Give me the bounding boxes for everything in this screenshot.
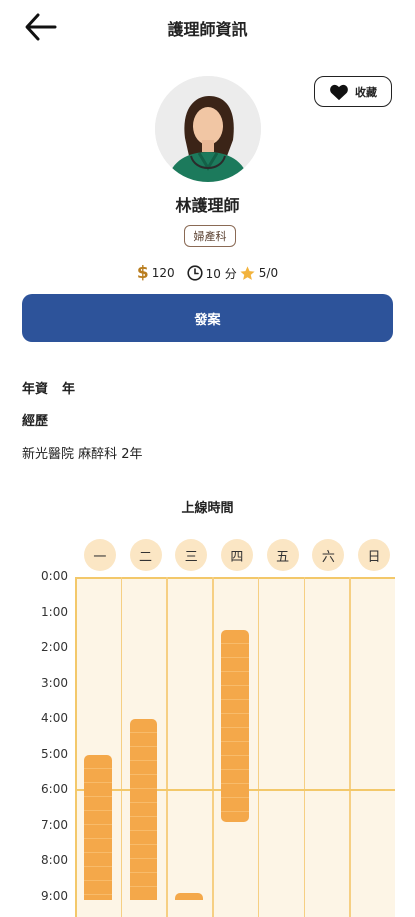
grid-column-divider	[212, 577, 214, 917]
hour-label: 3:00	[41, 675, 68, 690]
department-badge: 婦產科	[184, 225, 236, 247]
hour-label: 9:00	[41, 888, 68, 903]
online-time-block[interactable]	[175, 892, 204, 900]
schedule-title: 上線時間	[181, 501, 234, 516]
weekday-2[interactable]: 二	[129, 539, 162, 571]
heart-icon	[330, 84, 348, 100]
hour-label: 7:00	[41, 817, 68, 832]
dollar-icon: $	[136, 263, 149, 283]
weekday-5[interactable]: 五	[266, 539, 299, 571]
favorite-label: 收藏	[355, 85, 377, 99]
hour-label: 6:00	[41, 782, 68, 796]
weekday-1[interactable]: 一	[83, 539, 116, 571]
weekday-7[interactable]: 日	[358, 539, 391, 571]
page-title: 護理師資訊	[167, 20, 248, 39]
nurse-name: 林護理師	[175, 196, 240, 215]
duration-stat: 10 分	[187, 265, 237, 282]
experience-label: 年資	[22, 382, 49, 397]
weekday-4[interactable]: 四	[220, 539, 253, 571]
grid-column-divider	[166, 577, 168, 917]
star-icon	[240, 265, 255, 280]
online-time-block[interactable]	[84, 754, 112, 900]
hour-label: 0:00	[41, 569, 68, 583]
hour-label: 8:00	[41, 853, 68, 867]
experience-value: 年	[62, 382, 76, 397]
online-time-block[interactable]	[129, 719, 158, 900]
weekday-6[interactable]: 六	[312, 539, 345, 571]
favorite-button[interactable]: 收藏	[314, 76, 392, 107]
avatar	[155, 76, 261, 182]
rating-value: 5/0	[258, 266, 279, 280]
grid-column-divider	[257, 577, 260, 917]
hour-label: 4:00	[41, 711, 68, 725]
grid-column-divider	[120, 577, 123, 917]
online-time-block[interactable]	[221, 630, 249, 822]
post-job-button[interactable]: 發案	[22, 294, 393, 342]
grid-column-divider	[349, 577, 351, 917]
weekday-3[interactable]: 三	[175, 539, 208, 571]
duration-value: 10 分	[205, 266, 237, 281]
hour-label: 2:00	[41, 640, 68, 654]
rating-stat: 5/0	[239, 265, 278, 282]
stats-row: $ 120 10 分 5/0	[0, 262, 415, 284]
hour-label: 5:00	[41, 746, 68, 761]
price-value: 120	[151, 266, 175, 280]
experience-row: 年資年	[22, 378, 75, 397]
grid-column-divider	[303, 577, 305, 917]
price-stat: $ 120	[137, 263, 175, 283]
history-label: 經歷	[22, 414, 49, 429]
clock-icon	[187, 265, 203, 281]
hour-label: 1:00	[41, 604, 68, 619]
history-text: 新光醫院 麻醉科 2年	[22, 447, 143, 462]
